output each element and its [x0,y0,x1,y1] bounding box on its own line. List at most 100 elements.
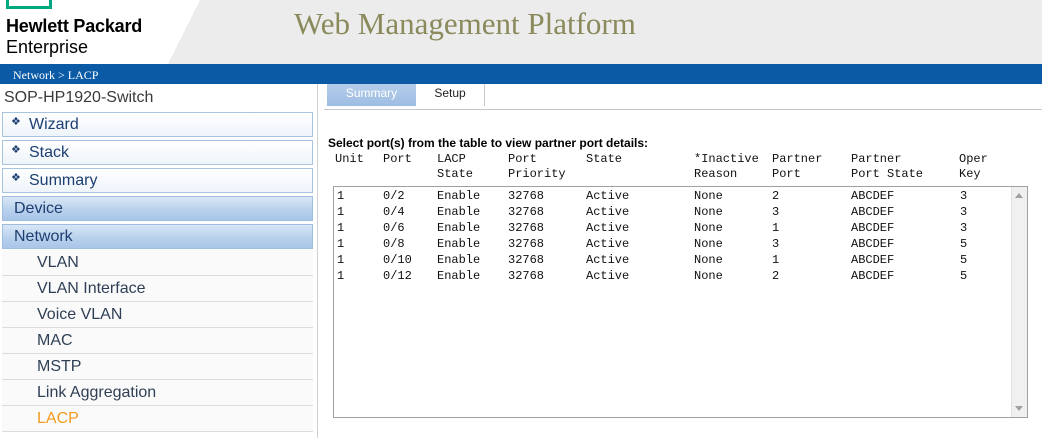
cell-port-priority: 32768 [508,237,545,251]
sidebar: SOP-HP1920-Switch ❖ Wizard ❖ Stack ❖ Sum… [0,84,318,438]
cell-oper-key: 5 [960,269,968,283]
cell-inactive-reason: None [694,269,723,283]
cell-port-priority: 32768 [508,205,545,219]
cell-inactive-reason: None [694,205,723,219]
port-list[interactable]: 1 0/2 Enable 32768 Active None 2 ABCDEF … [333,186,1028,418]
column-header-partner-port: Partner Port [772,152,823,181]
port-row[interactable]: 1 0/8 Enable 32768 Active None 3 ABCDEF … [334,236,1012,252]
cell-partner-port-state: ABCDEF [851,221,895,235]
cell-unit: 1 [337,221,345,235]
cell-state: Active [586,189,630,203]
cell-state: Active [586,205,630,219]
cell-oper-key: 3 [960,205,968,219]
cell-unit: 1 [337,237,345,251]
cell-port-priority: 32768 [508,221,545,235]
cell-lacp-state: Enable [437,205,481,219]
sidebar-item-mstp[interactable]: MSTP [2,354,313,380]
logo-text-line1: Hewlett Packard [6,16,143,36]
logo-text-line2: Enterprise [6,37,89,57]
sidebar-item-label: Link Aggregation [37,384,157,401]
sidebar-item-summary[interactable]: ❖ Summary [2,168,313,193]
column-header-lacp-state: LACP State [437,152,474,181]
sidebar-item-link-aggregation[interactable]: Link Aggregation [2,380,313,406]
vertical-scrollbar[interactable] [1011,187,1027,417]
cell-port: 0/12 [383,269,412,283]
diamond-bullet-icon: ❖ [11,116,21,128]
sidebar-item-vlan-interface[interactable]: VLAN Interface [2,276,313,302]
cell-port-priority: 32768 [508,253,545,267]
sidebar-item-mac[interactable]: MAC [2,328,313,354]
sidebar-item-wizard[interactable]: ❖ Wizard [2,112,313,137]
cell-partner-port-state: ABCDEF [851,237,895,251]
device-name: SOP-HP1920-Switch [4,89,154,106]
cell-unit: 1 [337,205,345,219]
cell-partner-port: 3 [772,237,780,251]
cell-oper-key: 5 [960,237,968,251]
cell-partner-port-state: ABCDEF [851,253,895,267]
port-row[interactable]: 1 0/6 Enable 32768 Active None 1 ABCDEF … [334,220,1012,236]
scroll-down-arrow-icon[interactable] [1015,406,1023,411]
port-row[interactable]: 1 0/12 Enable 32768 Active None 2 ABCDEF… [334,268,1012,284]
hpe-logo: Hewlett Packard Enterprise [0,0,200,64]
cell-lacp-state: Enable [437,237,481,251]
logo-rectangle-icon [6,0,52,9]
port-row[interactable]: 1 0/2 Enable 32768 Active None 2 ABCDEF … [334,188,1012,204]
tab-summary[interactable]: Summary [327,84,416,106]
cell-partner-port-state: ABCDEF [851,189,895,203]
sidebar-item-lacp[interactable]: LACP [2,406,313,432]
tab-setup[interactable]: Setup [416,84,485,106]
cell-oper-key: 3 [960,189,968,203]
cell-unit: 1 [337,269,345,283]
cell-lacp-state: Enable [437,269,481,283]
tab-bar: Summary Setup [324,84,1042,110]
cell-lacp-state: Enable [437,221,481,235]
sidebar-section-device[interactable]: Device [2,196,313,221]
sidebar-section-network[interactable]: Network [2,224,313,249]
column-header-unit: Unit [335,152,364,166]
port-row[interactable]: 1 0/4 Enable 32768 Active None 3 ABCDEF … [334,204,1012,220]
sidebar-item-label: Stack [29,144,70,161]
sidebar-item-label: Summary [29,172,98,189]
sidebar-section-label: Device [14,200,63,217]
sidebar-item-label: Wizard [29,116,79,133]
diamond-bullet-icon: ❖ [11,172,21,184]
column-header-port: Port [383,152,412,166]
cell-partner-port: 1 [772,221,780,235]
column-header-state: State [586,152,623,166]
breadcrumb-bar: Network > LACP [0,64,1042,84]
sidebar-item-stack[interactable]: ❖ Stack [2,140,313,165]
sidebar-item-label: MAC [37,332,73,349]
diamond-bullet-icon: ❖ [11,144,21,156]
sidebar-item-voice-vlan[interactable]: Voice VLAN [2,302,313,328]
column-header-oper-key: Oper Key [959,152,988,181]
cell-partner-port: 2 [772,189,780,203]
port-row[interactable]: 1 0/10 Enable 32768 Active None 1 ABCDEF… [334,252,1012,268]
column-header-partner-port-state: Partner Port State [851,152,924,181]
cell-partner-port: 2 [772,269,780,283]
cell-partner-port-state: ABCDEF [851,269,895,283]
column-header-port-priority: Port Priority [508,152,566,181]
cell-port: 0/10 [383,253,412,267]
cell-lacp-state: Enable [437,253,481,267]
cell-port-priority: 32768 [508,269,545,283]
cell-unit: 1 [337,253,345,267]
cell-port: 0/6 [383,221,405,235]
scroll-up-arrow-icon[interactable] [1015,193,1023,198]
sidebar-item-vlan[interactable]: VLAN [2,250,313,276]
cell-port: 0/4 [383,205,405,219]
cell-state: Active [586,237,630,251]
cell-state: Active [586,221,630,235]
cell-partner-port: 3 [772,205,780,219]
sidebar-item-label: MSTP [37,358,82,375]
header: Hewlett Packard Enterprise Web Managemen… [0,0,1042,64]
sidebar-section-label: Network [14,228,73,245]
column-header-inactive-reason: *Inactive Reason [694,152,759,181]
sidebar-item-label: LACP [37,410,79,427]
sidebar-item-label: Voice VLAN [37,306,123,323]
cell-port-priority: 32768 [508,189,545,203]
cell-partner-port: 1 [772,253,780,267]
instruction-text: Select port(s) from the table to view pa… [328,136,649,150]
cell-inactive-reason: None [694,237,723,251]
cell-port: 0/2 [383,189,405,203]
cell-lacp-state: Enable [437,189,481,203]
